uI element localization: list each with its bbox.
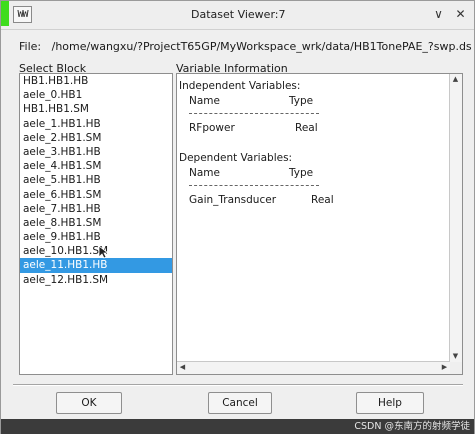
ok-button[interactable]: OK (56, 392, 122, 414)
dependent-var-type: Real (311, 194, 334, 206)
window-title: Dataset Viewer:7 (191, 8, 286, 21)
list-item[interactable]: aele_2.HB1.SM (20, 131, 172, 145)
list-item[interactable]: aele_5.HB1.HB (20, 173, 172, 187)
list-item[interactable]: HB1.HB1.SM (20, 102, 172, 116)
variable-information-panel: Independent Variables: Name Type RFpower… (176, 73, 463, 375)
select-block-list[interactable]: HB1.HB1.HB aele_0.HB1 HB1.HB1.SM aele_1.HB1… (19, 73, 173, 375)
list-item[interactable]: aele_4.HB1.SM (20, 159, 172, 173)
dependent-separator (189, 185, 319, 186)
dependent-var-name: Gain_Transducer (189, 194, 277, 206)
list-item[interactable]: aele_11.HB1.HB (20, 258, 172, 273)
list-item[interactable]: aele_12.HB1.SM (20, 273, 172, 287)
dependent-name-header: Name (189, 167, 220, 179)
list-item[interactable]: HB1.HB1.HB (20, 74, 172, 88)
dependent-type-header: Type (289, 167, 314, 179)
list-item[interactable]: aele_6.HB1.SM (20, 188, 172, 202)
chevron-down-icon[interactable]: ∨ (431, 7, 446, 22)
scroll-right-icon[interactable]: ▶ (439, 362, 450, 373)
scroll-down-icon[interactable]: ▼ (450, 351, 461, 362)
independent-name-header: Name (189, 95, 220, 107)
scroll-left-icon[interactable]: ◀ (177, 362, 188, 373)
independent-type-header: Type (289, 95, 314, 107)
watermark: CSDN @东南方的射频学徒 (354, 421, 470, 432)
window-accent-strip (1, 1, 9, 26)
list-item[interactable]: aele_9.HB1.HB (20, 230, 172, 244)
independent-var-type: Real (295, 122, 318, 134)
help-button[interactable]: Help (356, 392, 424, 414)
dependent-variables-heading: Dependent Variables: (179, 152, 293, 164)
titlebar: WW Dataset Viewer:7 ∨ ✕ (1, 1, 474, 30)
vertical-scrollbar[interactable]: ▲ ▼ (449, 74, 462, 362)
button-separator (13, 384, 463, 386)
close-icon[interactable]: ✕ (453, 7, 468, 22)
file-label: File: (19, 40, 42, 53)
file-path-line: File: /home/wangxu/?ProjectT65GP/MyWorks… (19, 40, 472, 53)
independent-variables-heading: Independent Variables: (179, 80, 301, 92)
file-path: /home/wangxu/?ProjectT65GP/MyWorkspace_w… (51, 40, 472, 53)
cancel-button[interactable]: Cancel (208, 392, 272, 414)
list-item[interactable]: aele_3.HB1.HB (20, 145, 172, 159)
list-item[interactable]: aele_0.HB1 (20, 88, 172, 102)
dataset-viewer-window: WW Dataset Viewer:7 ∨ ✕ File: /home/wang… (0, 0, 475, 434)
horizontal-scrollbar[interactable]: ◀ ▶ (177, 361, 450, 374)
mouse-cursor-icon (98, 245, 109, 259)
app-icon: WW (13, 6, 32, 23)
list-item[interactable]: aele_7.HB1.HB (20, 202, 172, 216)
list-item[interactable]: aele_8.HB1.SM (20, 216, 172, 230)
list-item[interactable]: aele_10.HB1.SM (20, 244, 172, 258)
independent-var-name: RFpower (189, 122, 235, 134)
resize-grip-icon[interactable] (450, 362, 462, 374)
independent-separator (189, 113, 319, 114)
scroll-up-icon[interactable]: ▲ (450, 74, 461, 85)
list-item[interactable]: aele_1.HB1.HB (20, 117, 172, 131)
